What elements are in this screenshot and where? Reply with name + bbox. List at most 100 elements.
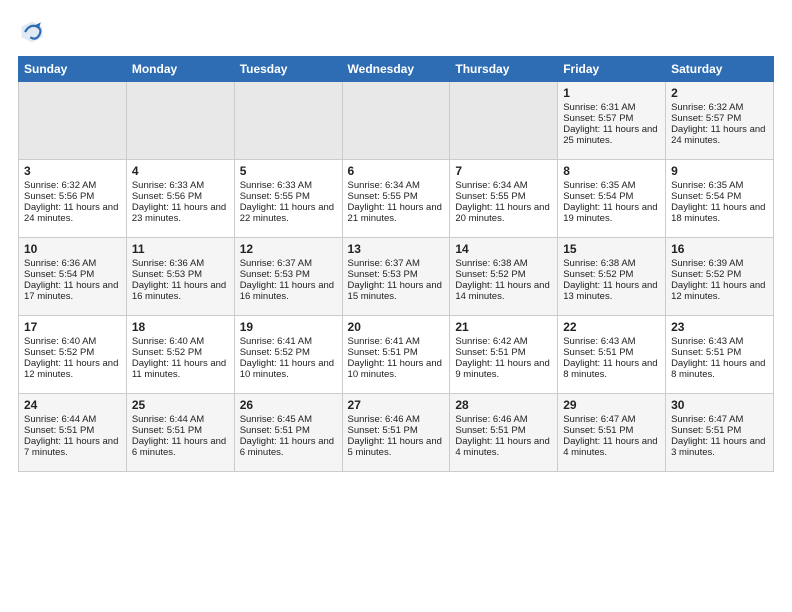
calendar-cell: 24Sunrise: 6:44 AMSunset: 5:51 PMDayligh… bbox=[19, 394, 127, 472]
calendar-cell: 14Sunrise: 6:38 AMSunset: 5:52 PMDayligh… bbox=[450, 238, 558, 316]
day-info: Daylight: 11 hours and 16 minutes. bbox=[132, 280, 229, 302]
day-info: Sunset: 5:53 PM bbox=[240, 269, 337, 280]
calendar-cell: 29Sunrise: 6:47 AMSunset: 5:51 PMDayligh… bbox=[558, 394, 666, 472]
day-info: Daylight: 11 hours and 22 minutes. bbox=[240, 202, 337, 224]
day-number: 2 bbox=[671, 86, 768, 100]
day-info: Sunset: 5:51 PM bbox=[455, 425, 552, 436]
week-row-5: 24Sunrise: 6:44 AMSunset: 5:51 PMDayligh… bbox=[19, 394, 774, 472]
day-info: Daylight: 11 hours and 10 minutes. bbox=[348, 358, 445, 380]
day-info: Daylight: 11 hours and 13 minutes. bbox=[563, 280, 660, 302]
day-info: Daylight: 11 hours and 17 minutes. bbox=[24, 280, 121, 302]
calendar-cell: 11 Sunrise: 6:36 AMSunset: 5:53 PMDayligh… bbox=[126, 238, 234, 316]
day-info: Sunset: 5:53 PM bbox=[348, 269, 445, 280]
day-info: Sunrise: 6:31 AM bbox=[563, 102, 660, 113]
day-info: Sunrise: 6:37 AM bbox=[348, 258, 445, 269]
day-info: Daylight: 11 hours and 12 minutes. bbox=[24, 358, 121, 380]
day-info: Sunrise: 6:42 AM bbox=[455, 336, 552, 347]
day-info: Sunrise: 6:40 AM bbox=[132, 336, 229, 347]
day-info: Daylight: 11 hours and 7 minutes. bbox=[24, 436, 121, 458]
day-number: 12 bbox=[240, 242, 337, 256]
day-info: Sunrise: 6:36 AM bbox=[132, 258, 229, 269]
day-info: Daylight: 11 hours and 8 minutes. bbox=[671, 358, 768, 380]
day-number: 25 bbox=[132, 398, 229, 412]
calendar-cell: 25Sunrise: 6:44 AMSunset: 5:51 PMDayligh… bbox=[126, 394, 234, 472]
day-info: Sunrise: 6:47 AM bbox=[563, 414, 660, 425]
day-info: Sunset: 5:52 PM bbox=[563, 269, 660, 280]
day-info: Sunrise: 6:36 AM bbox=[24, 258, 121, 269]
day-number: 7 bbox=[455, 164, 552, 178]
calendar-cell bbox=[234, 82, 342, 160]
day-info: Sunrise: 6:32 AM bbox=[24, 180, 121, 191]
day-info: Daylight: 11 hours and 25 minutes. bbox=[563, 124, 660, 146]
calendar-cell: 7Sunrise: 6:34 AMSunset: 5:55 PMDaylight… bbox=[450, 160, 558, 238]
day-number: 26 bbox=[240, 398, 337, 412]
day-number: 30 bbox=[671, 398, 768, 412]
page: SundayMondayTuesdayWednesdayThursdayFrid… bbox=[0, 0, 792, 482]
weekday-header-tuesday: Tuesday bbox=[234, 57, 342, 82]
day-info: Sunrise: 6:43 AM bbox=[671, 336, 768, 347]
day-number: 19 bbox=[240, 320, 337, 334]
day-info: Daylight: 11 hours and 4 minutes. bbox=[563, 436, 660, 458]
calendar-cell: 18 Sunrise: 6:40 AMSunset: 5:52 PMDayligh… bbox=[126, 316, 234, 394]
day-info: Sunrise: 6:41 AM bbox=[240, 336, 337, 347]
day-number: 13 bbox=[348, 242, 445, 256]
day-info: Sunset: 5:56 PM bbox=[132, 191, 229, 202]
day-info: Sunset: 5:52 PM bbox=[671, 269, 768, 280]
calendar-cell: 12Sunrise: 6:37 AMSunset: 5:53 PMDayligh… bbox=[234, 238, 342, 316]
calendar-cell: 16Sunrise: 6:39 AMSunset: 5:52 PMDayligh… bbox=[666, 238, 774, 316]
day-number: 18 bbox=[132, 320, 229, 334]
day-number: 11 bbox=[132, 242, 229, 256]
day-info: Sunset: 5:51 PM bbox=[563, 347, 660, 358]
day-info: Sunset: 5:51 PM bbox=[240, 425, 337, 436]
day-info: Sunrise: 6:46 AM bbox=[455, 414, 552, 425]
day-info: Daylight: 11 hours and 24 minutes. bbox=[24, 202, 121, 224]
day-info: Sunrise: 6:41 AM bbox=[348, 336, 445, 347]
calendar-cell: 21Sunrise: 6:42 AMSunset: 5:51 PMDayligh… bbox=[450, 316, 558, 394]
calendar-cell: 2Sunrise: 6:32 AMSunset: 5:57 PMDaylight… bbox=[666, 82, 774, 160]
calendar-cell bbox=[450, 82, 558, 160]
day-info: Sunrise: 6:44 AM bbox=[24, 414, 121, 425]
day-info: Daylight: 11 hours and 6 minutes. bbox=[132, 436, 229, 458]
day-info: Daylight: 11 hours and 23 minutes. bbox=[132, 202, 229, 224]
calendar-cell: 9Sunrise: 6:35 AMSunset: 5:54 PMDaylight… bbox=[666, 160, 774, 238]
day-info: Sunset: 5:51 PM bbox=[132, 425, 229, 436]
day-info: Daylight: 11 hours and 11 minutes. bbox=[132, 358, 229, 380]
day-number: 28 bbox=[455, 398, 552, 412]
day-info: Daylight: 11 hours and 12 minutes. bbox=[671, 280, 768, 302]
day-info: Sunset: 5:54 PM bbox=[24, 269, 121, 280]
day-info: Daylight: 11 hours and 15 minutes. bbox=[348, 280, 445, 302]
day-number: 9 bbox=[671, 164, 768, 178]
day-info: Daylight: 11 hours and 9 minutes. bbox=[455, 358, 552, 380]
day-number: 4 bbox=[132, 164, 229, 178]
day-info: Sunrise: 6:40 AM bbox=[24, 336, 121, 347]
day-info: Daylight: 11 hours and 5 minutes. bbox=[348, 436, 445, 458]
calendar-cell: 26Sunrise: 6:45 AMSunset: 5:51 PMDayligh… bbox=[234, 394, 342, 472]
day-number: 21 bbox=[455, 320, 552, 334]
day-number: 6 bbox=[348, 164, 445, 178]
calendar-table: SundayMondayTuesdayWednesdayThursdayFrid… bbox=[18, 56, 774, 472]
day-info: Sunset: 5:53 PM bbox=[132, 269, 229, 280]
day-info: Daylight: 11 hours and 18 minutes. bbox=[671, 202, 768, 224]
day-info: Sunset: 5:52 PM bbox=[132, 347, 229, 358]
day-info: Daylight: 11 hours and 19 minutes. bbox=[563, 202, 660, 224]
day-info: Daylight: 11 hours and 3 minutes. bbox=[671, 436, 768, 458]
calendar-cell: 15Sunrise: 6:38 AMSunset: 5:52 PMDayligh… bbox=[558, 238, 666, 316]
day-number: 29 bbox=[563, 398, 660, 412]
logo-icon bbox=[18, 18, 46, 46]
day-number: 27 bbox=[348, 398, 445, 412]
day-number: 5 bbox=[240, 164, 337, 178]
day-info: Daylight: 11 hours and 24 minutes. bbox=[671, 124, 768, 146]
weekday-header-saturday: Saturday bbox=[666, 57, 774, 82]
weekday-header-row: SundayMondayTuesdayWednesdayThursdayFrid… bbox=[19, 57, 774, 82]
day-info: Sunrise: 6:38 AM bbox=[455, 258, 552, 269]
calendar-cell: 20Sunrise: 6:41 AMSunset: 5:51 PMDayligh… bbox=[342, 316, 450, 394]
week-row-4: 17Sunrise: 6:40 AMSunset: 5:52 PMDayligh… bbox=[19, 316, 774, 394]
day-info: Daylight: 11 hours and 10 minutes. bbox=[240, 358, 337, 380]
day-info: Daylight: 11 hours and 14 minutes. bbox=[455, 280, 552, 302]
day-number: 22 bbox=[563, 320, 660, 334]
day-number: 1 bbox=[563, 86, 660, 100]
day-number: 14 bbox=[455, 242, 552, 256]
day-info: Sunset: 5:52 PM bbox=[24, 347, 121, 358]
day-info: Sunset: 5:55 PM bbox=[348, 191, 445, 202]
day-info: Daylight: 11 hours and 21 minutes. bbox=[348, 202, 445, 224]
